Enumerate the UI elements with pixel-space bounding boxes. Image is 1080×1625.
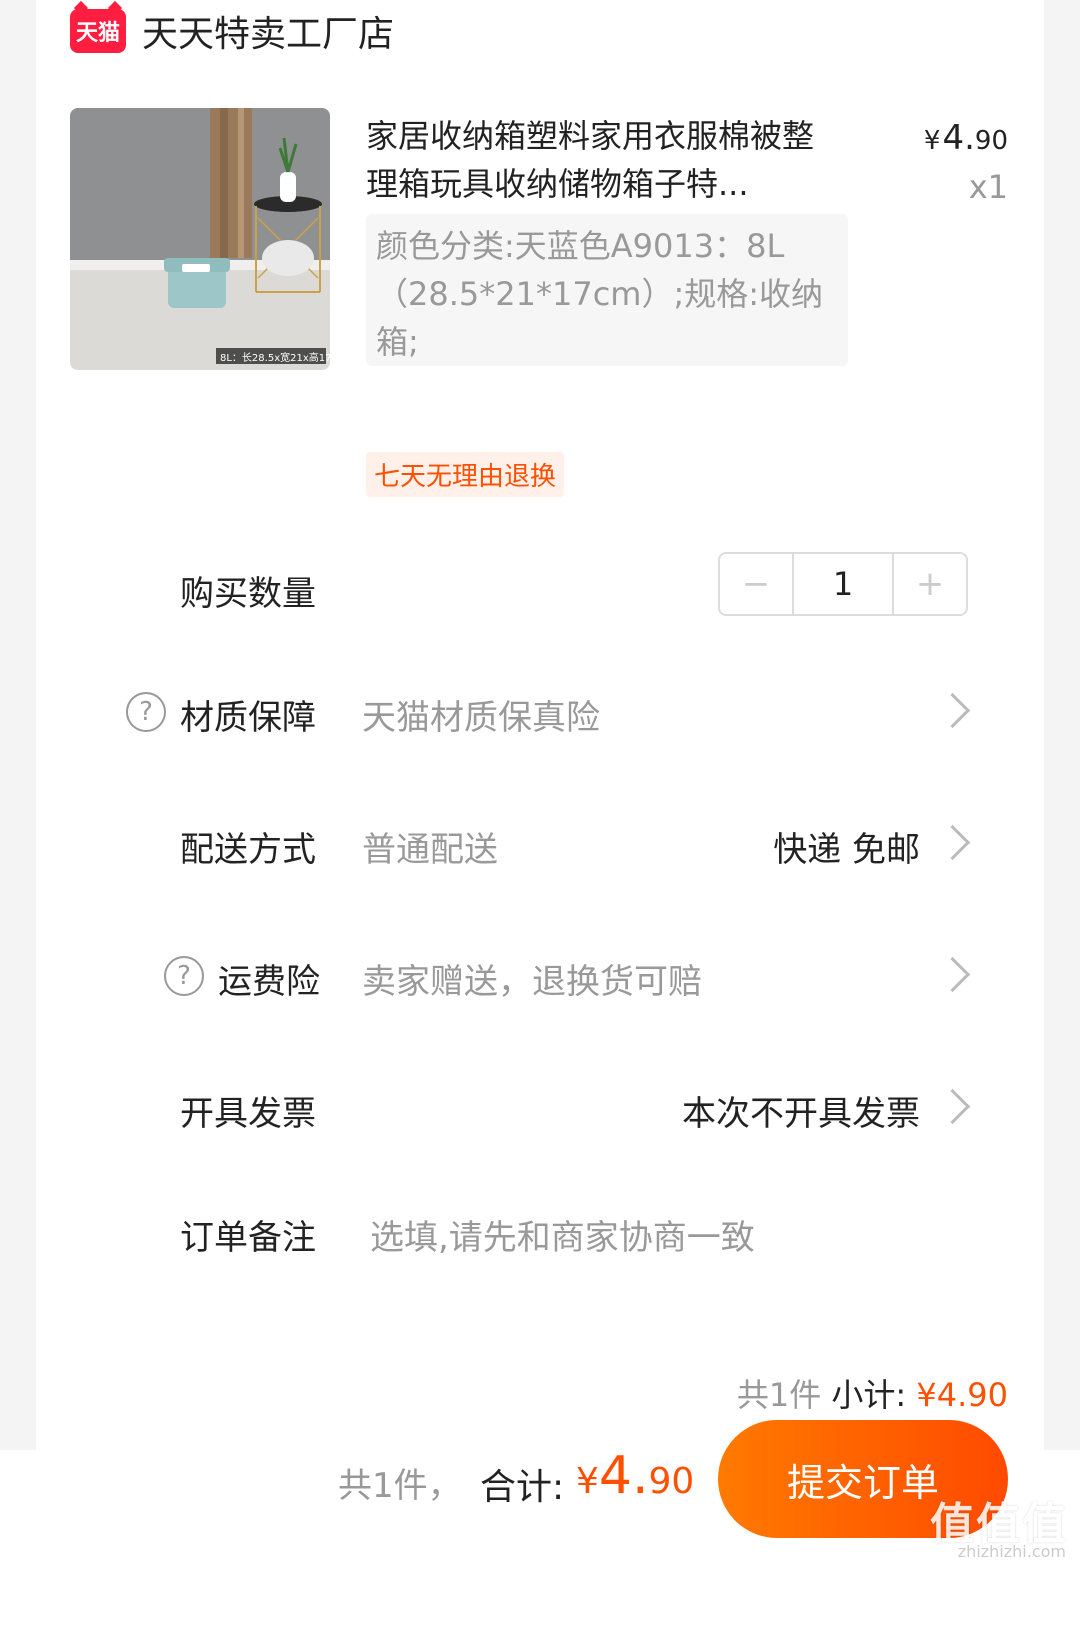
shop-header[interactable]: 天猫 天天特卖工厂店 — [70, 6, 394, 56]
product-quantity: x1 — [968, 168, 1008, 206]
delivery-method[interactable]: 普通配送 — [362, 822, 498, 871]
quantity-value[interactable]: 1 — [792, 554, 894, 614]
quantity-stepper[interactable]: − 1 + — [718, 552, 968, 616]
material-label: 材质保障 — [180, 698, 316, 738]
delivery-label: 配送方式 — [180, 830, 316, 870]
remark-label: 订单备注 — [180, 1218, 316, 1258]
material-value[interactable]: 天猫材质保真险 — [362, 690, 600, 739]
increase-button[interactable]: + — [894, 554, 966, 614]
subtotal-amount: ¥4.90 — [916, 1376, 1008, 1414]
remark-input[interactable]: 选填,请先和商家协商一致 — [370, 1210, 755, 1259]
delivery-fee[interactable]: 快递 免邮 — [773, 822, 920, 871]
subtotal: 共1件 小计: ¥4.90 — [737, 1370, 1008, 1416]
product-price: ¥4.90 — [923, 118, 1008, 158]
image-caption: 8L：长28.5x宽21x高17 — [220, 353, 330, 364]
help-icon[interactable]: ? — [126, 692, 166, 732]
watermark-site: zhizhizhi.com — [957, 1542, 1066, 1561]
decrease-button[interactable]: − — [720, 554, 792, 614]
quantity-label: 购买数量 — [180, 574, 316, 614]
tmall-logo-icon: 天猫 — [70, 9, 126, 53]
help-icon[interactable]: ? — [164, 956, 204, 996]
total-amount: ¥4.90 — [576, 1446, 695, 1506]
sku-info[interactable]: 颜色分类:天蓝色A9013：8L（28.5*21*17cm）;规格:收纳箱; — [366, 214, 848, 366]
return-policy-badge: 七天无理由退换 — [366, 452, 565, 497]
total-label: 合计: — [480, 1467, 565, 1508]
product-image[interactable]: 8L：长28.5x宽21x高17 — [70, 108, 330, 370]
invoice-label: 开具发票 — [180, 1094, 316, 1134]
subtotal-label: 小计: — [831, 1376, 907, 1414]
product-title[interactable]: 家居收纳箱塑料家用衣服棉被整理箱玩具收纳储物箱子特... — [366, 112, 836, 208]
freight-insurance-label: 运费险 — [218, 962, 320, 1002]
shop-name: 天天特卖工厂店 — [142, 14, 395, 55]
invoice-value[interactable]: 本次不开具发票 — [682, 1086, 920, 1135]
product-photo-icon — [70, 108, 330, 370]
freight-insurance-value[interactable]: 卖家赠送，退换货可赔 — [362, 954, 702, 1003]
subtotal-count: 共1件 — [736, 1376, 822, 1414]
total-count: 共1件， — [338, 1466, 462, 1506]
